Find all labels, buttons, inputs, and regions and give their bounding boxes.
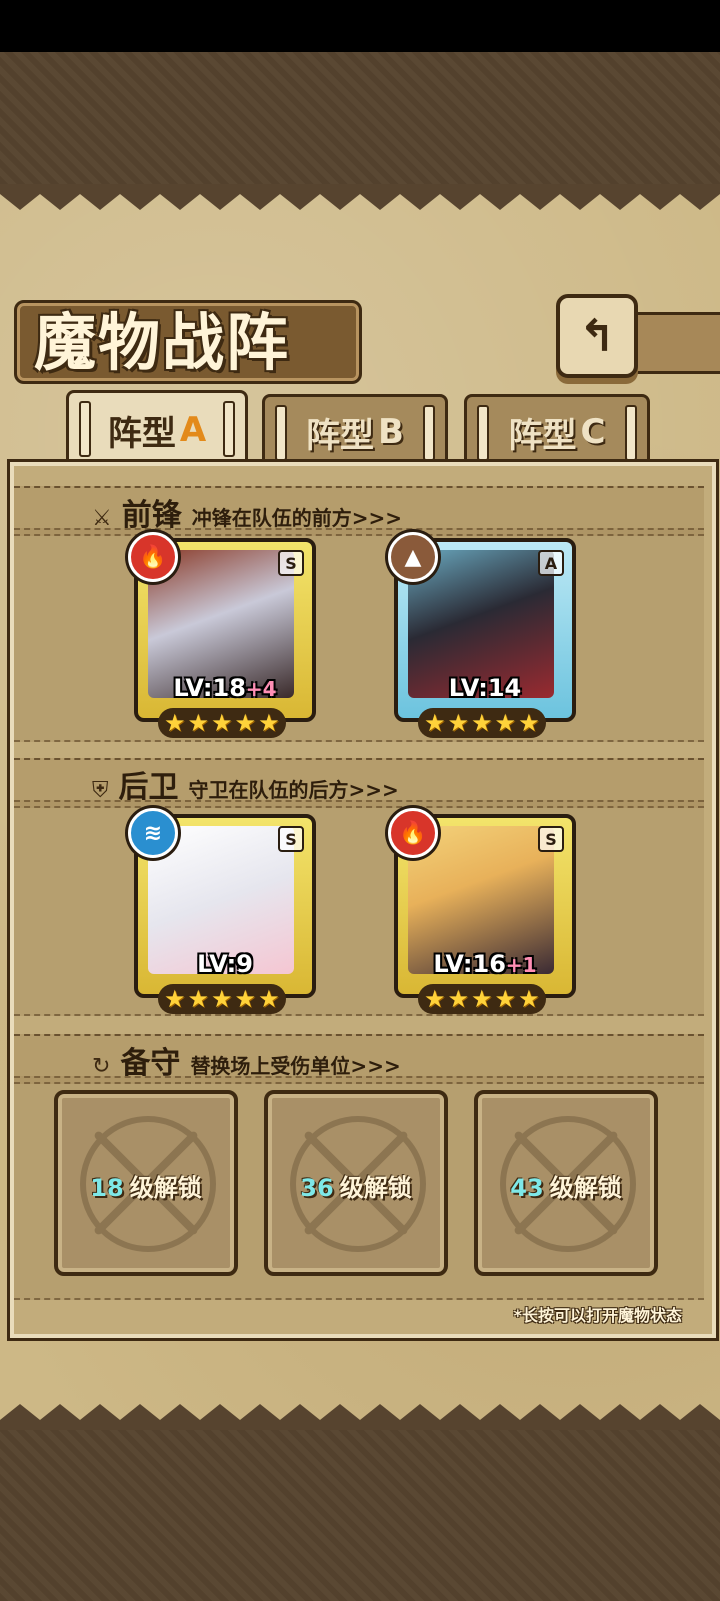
tab-label: 阵型 [508,415,577,456]
grade-badge: S [278,550,304,576]
unlock-requirement: 18 级解锁 [58,1168,234,1203]
unlock-requirement: 43 级解锁 [478,1168,654,1203]
footer-tip: *长按可以打开魔物状态 [513,1306,682,1325]
unit-level: LV:16+1 [398,950,572,978]
star-icon: ★ [518,985,540,1013]
star-icon: ★ [187,709,210,737]
star-rating: ★ ★ ★ ★ ★ [158,984,286,1014]
reserve-slot-locked[interactable]: 18 级解锁 [54,1090,238,1276]
zigzag-edge-top [0,184,720,210]
star-icon: ★ [258,709,280,737]
unit-level: LV:18+4 [138,674,312,702]
reserve-slot-locked[interactable]: 36 级解锁 [264,1090,448,1276]
back-button[interactable]: ↰ [556,294,638,378]
fire-element-icon: 🔥 [388,808,438,858]
unlock-level: 36 [300,1174,334,1202]
grade-badge: S [278,826,304,852]
star-icon: ★ [234,985,257,1013]
star-icon: ★ [187,985,210,1013]
star-rating: ★ ★ ★ ★ ★ [418,708,546,738]
star-icon: ★ [424,709,446,737]
tab-letter: A [179,410,207,450]
star-icon: ★ [447,709,470,737]
unit-level: LV:9 [138,950,312,978]
fire-element-icon: 🔥 [128,532,178,582]
earth-element-icon: ▲ [388,532,438,582]
tab-letter: B [378,412,404,452]
tab-label: 阵型 [107,413,176,454]
star-icon: ★ [258,985,280,1013]
unlock-label: 级解锁 [129,1174,202,1202]
grade-badge: A [538,550,564,576]
star-icon: ★ [164,709,186,737]
tab-formation-b[interactable]: 阵型 B [262,394,448,467]
level-bonus: +4 [245,677,277,701]
level-text: LV:9 [197,950,253,978]
star-icon: ★ [471,985,493,1013]
star-icon: ★ [494,985,517,1013]
grade-badge: S [538,826,564,852]
star-icon: ★ [424,985,446,1013]
tab-formation-a[interactable]: 阵型 A [66,390,248,467]
level-text: LV:16 [433,950,506,978]
map-background-bottom [0,1430,720,1601]
star-rating: ★ ★ ★ ★ ★ [418,984,546,1014]
unlock-level: 43 [510,1174,544,1202]
page-title: 魔物战阵 [34,306,291,379]
star-icon: ★ [494,709,517,737]
level-text: LV:14 [448,674,522,702]
tab-label: 阵型 [306,415,375,456]
reserve-slot-locked[interactable]: 43 级解锁 [474,1090,658,1276]
star-icon: ★ [447,985,470,1013]
level-bonus: +1 [505,953,537,977]
star-icon: ★ [211,985,233,1013]
star-icon: ★ [211,709,233,737]
tab-formation-c[interactable]: 阵型 C [464,394,650,467]
back-button-strip [630,312,720,374]
front-row [14,528,704,742]
back-section-desc: 守卫在队伍的后方>>> [188,778,399,802]
star-icon: ★ [471,709,493,737]
unlock-label: 级解锁 [549,1174,622,1202]
star-icon: ★ [164,985,186,1013]
zigzag-edge-bottom [0,1404,720,1430]
status-bar [0,0,720,52]
back-arrow-icon: ↰ [578,310,616,362]
star-rating: ★ ★ ★ ★ ★ [158,708,286,738]
back-row [14,800,704,1016]
star-icon: ★ [518,709,540,737]
unlock-label: 级解锁 [339,1174,412,1202]
front-section-desc: 冲锋在队伍的前方>>> [191,506,403,530]
reserve-section-desc: 替换场上受伤单位>>> [190,1054,401,1078]
level-text: LV:18 [173,674,246,702]
water-element-icon: ≋ [128,808,178,858]
unlock-requirement: 36 级解锁 [268,1168,444,1203]
map-background-top [0,52,720,184]
tab-letter: C [580,412,606,452]
star-icon: ★ [234,709,257,737]
unlock-level: 18 [90,1174,124,1202]
unit-level: LV:14 [398,674,572,702]
